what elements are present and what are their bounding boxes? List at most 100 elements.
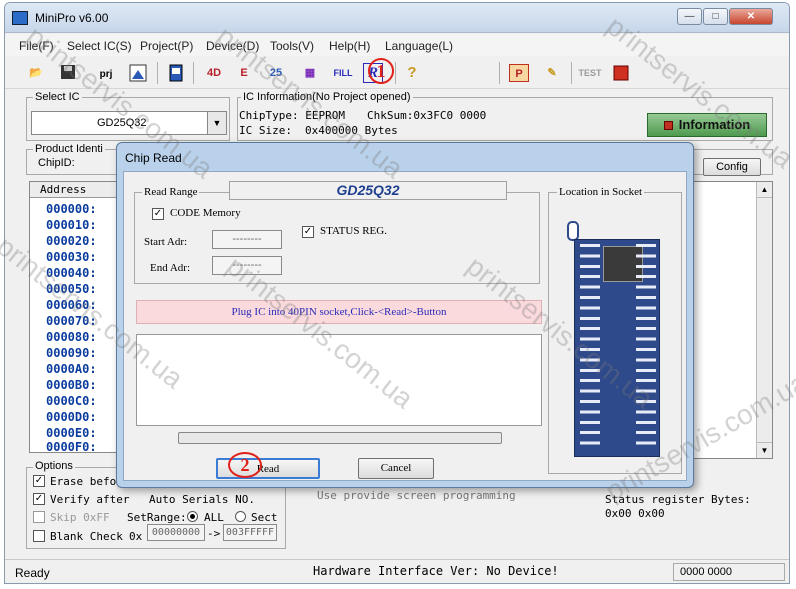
address-row: 000060: (46, 298, 97, 312)
fill-icon[interactable]: FILL (331, 64, 355, 82)
menu-language[interactable]: Language(L) (385, 39, 453, 53)
blank-check-checkbox[interactable] (33, 530, 45, 542)
address-row: 000050: (46, 282, 97, 296)
chip-name-display: GD25Q32 (229, 181, 507, 200)
open-project-icon[interactable]: prj (95, 64, 117, 82)
verify-after-checkbox[interactable]: ✓ (33, 493, 45, 505)
blank-check-icon[interactable]: 25 (267, 64, 285, 82)
skip-0xff-checkbox[interactable] (33, 511, 45, 523)
verify-after-label: Verify after (50, 493, 130, 506)
chip-type: ChipType: EEPROM (239, 109, 345, 122)
menu-device[interactable]: Device(D) (206, 39, 259, 53)
zif-socket-icon (574, 239, 660, 457)
test-icon[interactable]: TEST (577, 64, 603, 82)
address-panel[interactable]: Address 000000: 000010: 000020: 000030: … (29, 181, 123, 454)
information-button[interactable]: Information (647, 113, 767, 137)
erase-icon[interactable]: E (235, 64, 253, 82)
program-icon[interactable]: P (509, 64, 529, 82)
toolbar-separator (499, 62, 500, 84)
status-reg-checkbox[interactable]: ✓ (302, 226, 314, 238)
chip-read-dialog: Chip Read Read Range GD25Q32 ✓ CODE Memo… (116, 142, 694, 488)
address-row: 000070: (46, 314, 97, 328)
address-row: 0000B0: (46, 378, 97, 392)
open-folder-icon[interactable]: 📂 (27, 64, 45, 82)
save-icon[interactable] (59, 64, 77, 82)
ic-test-icon[interactable] (611, 64, 631, 82)
end-adr-label: End Adr: (150, 262, 191, 274)
auto-serials-label: Auto Serials NO. (149, 493, 255, 506)
code-memory-label: CODE Memory (170, 207, 241, 219)
address-row: 000090: (46, 346, 97, 360)
close-button[interactable]: ✕ (729, 8, 773, 25)
read-range-label: Read Range (142, 186, 200, 198)
save-project-icon[interactable] (129, 64, 147, 82)
read-device-icon[interactable]: 4D (205, 64, 223, 82)
end-adr-input[interactable]: -------- (212, 256, 282, 275)
location-label: Location in Socket (557, 186, 645, 198)
address-row: 000030: (46, 250, 97, 264)
minimize-button[interactable]: — (677, 8, 702, 25)
ascii-panel[interactable]: ▲ ▼ (691, 181, 773, 459)
config-button[interactable]: Config (703, 158, 761, 176)
socket-location-group: Location in Socket (548, 186, 682, 474)
menu-bar: File(F) Select IC(S) Project(P) Device(D… (5, 34, 789, 56)
socket-lever-icon (567, 221, 579, 241)
address-row: 0000A0: (46, 362, 97, 376)
socket-pins-left (580, 244, 600, 452)
status-register-label: Status register Bytes: (605, 493, 751, 506)
scroll-down-icon[interactable]: ▼ (757, 442, 772, 458)
menu-file[interactable]: File(F) (19, 39, 54, 53)
menu-project[interactable]: Project(P) (140, 39, 193, 53)
annotation-marker-1: 1 (368, 58, 394, 84)
chip-id-label: ChipID: (38, 157, 75, 169)
select-ic-dropdown-button[interactable]: ▼ (207, 111, 227, 135)
toolbar-separator (571, 62, 572, 84)
ic-size-label: IC Size: (239, 124, 292, 137)
select-ic-value: GD25Q32 (97, 117, 147, 129)
maximize-button[interactable]: □ (703, 8, 728, 25)
start-adr-input[interactable]: -------- (212, 230, 282, 249)
vertical-scrollbar[interactable]: ▲ ▼ (756, 182, 772, 458)
address-header: Address (30, 182, 122, 198)
address-row: 0000C0: (46, 394, 97, 408)
chip-select-icon[interactable] (167, 64, 185, 82)
window-title: MiniPro v6.00 (35, 11, 109, 25)
code-memory-checkbox[interactable]: ✓ (152, 208, 164, 220)
start-adr-label: Start Adr: (144, 236, 188, 248)
address-row: 0000F0: (46, 440, 97, 454)
address-row: 0000D0: (46, 410, 97, 424)
address-row: 000040: (46, 266, 97, 280)
dialog-body: Read Range GD25Q32 ✓ CODE Memory Start A… (123, 171, 687, 481)
information-button-label: Information (678, 117, 751, 132)
menu-select-ic[interactable]: Select IC(S) (67, 39, 132, 53)
status-bar: Ready Hardware Interface Ver: No Device!… (5, 559, 789, 583)
menu-help[interactable]: Help(H) (329, 39, 370, 53)
erase-before-checkbox[interactable]: ✓ (33, 475, 45, 487)
range-sect-label: Sect (251, 511, 278, 524)
socket-pins-right (636, 244, 656, 452)
verify-icon[interactable]: ▦ (301, 64, 319, 82)
help-icon[interactable]: ? (403, 64, 421, 82)
range-all-label: ALL (204, 511, 224, 524)
scroll-up-icon[interactable]: ▲ (757, 182, 772, 198)
range-all-radio[interactable] (187, 511, 198, 522)
edit-icon[interactable]: ✎ (543, 64, 561, 82)
erase-before-label: Erase befor (50, 475, 123, 488)
status-hardware: Hardware Interface Ver: No Device! (313, 564, 559, 578)
ic-size-value: 0x400000 Bytes (305, 124, 398, 137)
menu-tools[interactable]: Tools(V) (270, 39, 314, 53)
skip-0xff-label: Skip 0xFF (50, 511, 110, 524)
range-sect-radio[interactable] (235, 511, 246, 522)
checksum: ChkSum:0x3FC0 0000 (367, 109, 487, 122)
chip-icon (663, 121, 673, 131)
address-row: 0000E0: (46, 426, 97, 440)
select-ic-label: Select IC (33, 91, 82, 103)
toolbar-separator (157, 62, 158, 84)
blank-check-label: Blank Check (50, 530, 123, 543)
options-label: Options (33, 460, 75, 472)
status-counter: 0000 0000 (680, 566, 732, 578)
dialog-title: Chip Read (125, 151, 182, 165)
cancel-button[interactable]: Cancel (358, 458, 434, 479)
range-to-input[interactable]: 003FFFFF (223, 524, 277, 541)
range-from-input[interactable]: 00000000 (147, 524, 205, 541)
